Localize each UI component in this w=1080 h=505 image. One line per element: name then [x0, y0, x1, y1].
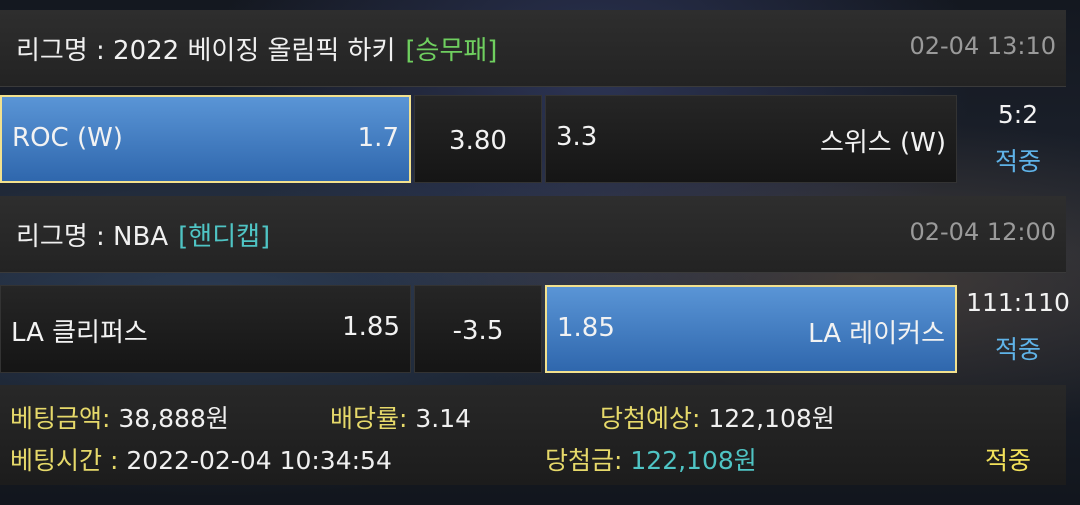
bet-amount-label: 베팅금액: [10, 404, 111, 433]
league-name: 리그명 : NBA [핸디캡] [16, 216, 270, 253]
handicap-value: -3.5 [452, 316, 504, 346]
bet-amount-value: 38,888원 [118, 404, 229, 433]
team-name: ROC (W) [12, 123, 123, 153]
match-time: 02-04 12:00 [909, 218, 1056, 246]
team-name: LA 레이커스 [808, 319, 945, 349]
home-team-option[interactable]: ROC (W) 1.7 [0, 95, 411, 183]
team-odds: 3.3 [556, 122, 598, 152]
match-time: 02-04 13:10 [909, 32, 1056, 60]
home-team-option[interactable]: LA 클리퍼스 1.85 [0, 285, 411, 373]
bet-type-badge: [승무패] [405, 36, 498, 66]
team-name: LA 클리퍼스 [11, 318, 148, 348]
match-status: 적중 [994, 335, 1041, 364]
league-label: 리그명 : 2022 베이징 올림픽 하키 [16, 36, 396, 66]
bet-time: 베팅시간 : 2022-02-04 10:34:54 [10, 441, 392, 477]
odds-value: 3.14 [415, 404, 472, 433]
team-odds: 1.7 [357, 123, 399, 153]
expected-win: 당첨예상: 122,108원 [600, 399, 835, 435]
bet-type-badge: [핸디캡] [178, 222, 271, 252]
handicap-option[interactable]: -3.5 [414, 285, 542, 373]
league-header-2: 리그명 : NBA [핸디캡] 02-04 12:00 [0, 196, 1066, 273]
draw-odds: 3.80 [449, 126, 507, 156]
win-amount: 당첨금: 122,108원 [545, 441, 757, 477]
win-label: 당첨금: [545, 446, 623, 475]
odds-total: 배당률: 3.14 [330, 399, 471, 435]
league-name: 리그명 : 2022 베이징 올림픽 하키 [승무패] [16, 30, 497, 67]
bet-time-label: 베팅시간 : [10, 446, 119, 475]
expected-value: 122,108원 [708, 404, 835, 433]
win-value: 122,108원 [630, 446, 757, 475]
expected-label: 당첨예상: [600, 404, 701, 433]
odds-label: 배당률: [330, 404, 408, 433]
match-score: 111:110 [966, 288, 1070, 317]
match-score: 5:2 [997, 100, 1039, 129]
away-team-option[interactable]: 3.3 스위스 (W) [545, 95, 957, 183]
league-header-1: 리그명 : 2022 베이징 올림픽 하키 [승무패] 02-04 13:10 [0, 10, 1066, 87]
team-odds: 1.85 [557, 313, 615, 343]
league-label: 리그명 : NBA [16, 222, 169, 252]
result-status: 적중 [985, 446, 1032, 475]
match-status: 적중 [994, 147, 1041, 176]
team-odds: 1.85 [342, 312, 400, 342]
bet-time-value: 2022-02-04 10:34:54 [126, 446, 392, 475]
bet-amount: 베팅금액: 38,888원 [10, 399, 229, 435]
draw-option[interactable]: 3.80 [414, 95, 542, 183]
away-team-option[interactable]: 1.85 LA 레이커스 [545, 285, 957, 373]
bet-summary: 베팅금액: 38,888원 배당률: 3.14 당첨예상: 122,108원 베… [0, 385, 1066, 485]
team-name: 스위스 (W) [819, 128, 946, 158]
